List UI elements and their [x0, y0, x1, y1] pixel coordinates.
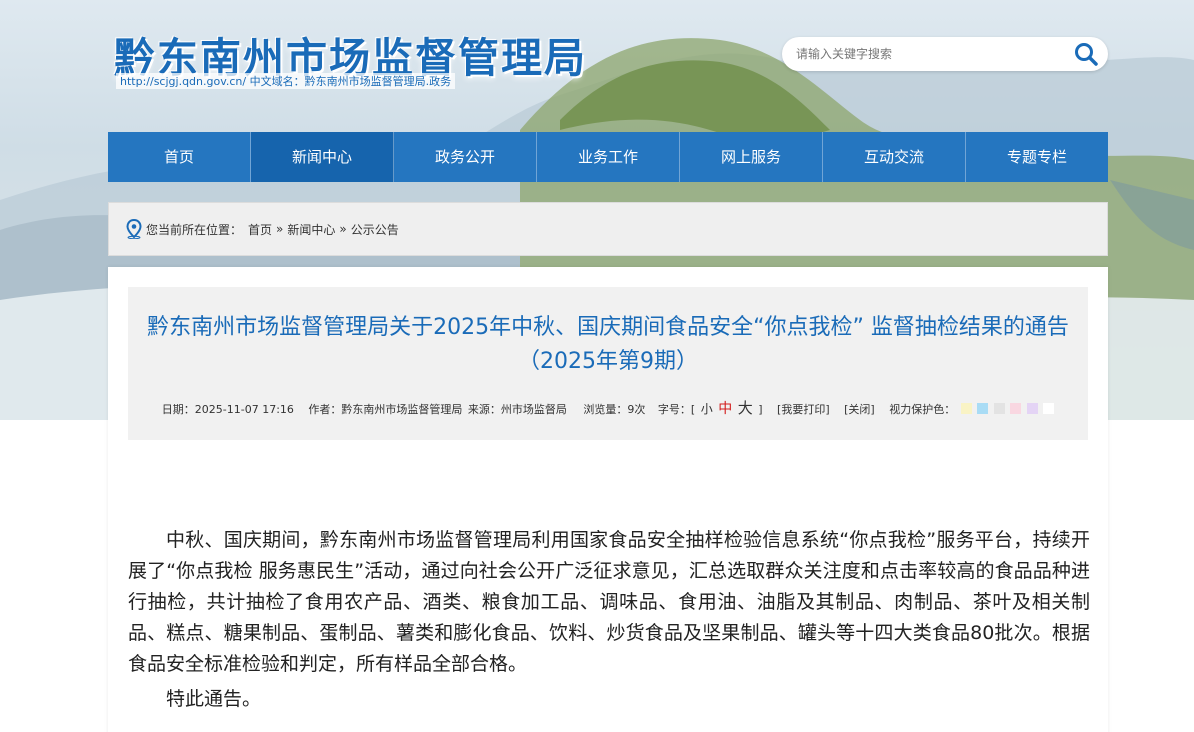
- eye-color-swatch-pink[interactable]: [1010, 403, 1022, 414]
- article-paragraph: 中秋、国庆期间，黔东南州市场监督管理局利用国家食品安全抽样检验信息系统“你点我检…: [128, 529, 1090, 675]
- nav-item-topics[interactable]: 专题专栏: [966, 132, 1108, 182]
- location-pin-icon: [126, 219, 142, 239]
- meta-font-label: 字号：[: [657, 403, 696, 416]
- nav-item-online-service[interactable]: 网上服务: [680, 132, 823, 182]
- meta-source: 来源：州市场监督局: [467, 403, 567, 416]
- meta-font-end: ]: [758, 403, 763, 416]
- article-body: 中秋、国庆期间，黔东南州市场监督管理局利用国家食品安全抽样检验信息系统“你点我检…: [128, 525, 1090, 715]
- eye-color-swatch-blue[interactable]: [977, 403, 989, 414]
- nav-item-gov-affairs[interactable]: 政务公开: [394, 132, 537, 182]
- breadcrumb-separator: »: [276, 222, 284, 236]
- font-size-small-button[interactable]: 小: [701, 402, 713, 416]
- nav-item-interaction[interactable]: 互动交流: [823, 132, 966, 182]
- breadcrumb-home[interactable]: 首页: [248, 221, 272, 238]
- search-button[interactable]: [1072, 41, 1100, 67]
- main-nav: 首页 新闻中心 政务公开 业务工作 网上服务 互动交流 专题专栏: [108, 132, 1108, 182]
- search-box: [782, 37, 1108, 71]
- search-input[interactable]: [796, 44, 1066, 64]
- eye-protection-label: 视力保护色：: [889, 403, 956, 416]
- breadcrumb-news[interactable]: 新闻中心: [287, 221, 335, 238]
- meta-author: 作者：黔东南州市场监督管理局: [308, 403, 463, 416]
- nav-item-business[interactable]: 业务工作: [537, 132, 680, 182]
- article-header: 黔东南州市场监督管理局关于2025年中秋、国庆期间食品安全“你点我检” 监督抽检…: [128, 287, 1088, 440]
- meta-date: 日期：2025-11-07 17:16: [161, 403, 294, 416]
- eye-color-swatch-yellow[interactable]: [960, 403, 972, 414]
- font-size-large-button[interactable]: 大: [738, 399, 753, 417]
- breadcrumb-separator: »: [339, 222, 347, 236]
- print-link[interactable]: [我要打印]: [777, 403, 830, 416]
- nav-item-home[interactable]: 首页: [108, 132, 251, 182]
- breadcrumb-prefix: 您当前所在位置：: [146, 222, 243, 237]
- article-title: 黔东南州市场监督管理局关于2025年中秋、国庆期间食品安全“你点我检” 监督抽检…: [147, 315, 1069, 374]
- font-size-medium-button[interactable]: 中: [718, 401, 732, 417]
- eye-color-swatch-purple[interactable]: [1026, 403, 1038, 414]
- site-domain[interactable]: http://scjgj.qdn.gov.cn/ 中文域名：黔东南州市场监督管理…: [116, 73, 456, 89]
- eye-color-swatch-gray[interactable]: [993, 403, 1005, 414]
- nav-item-news[interactable]: 新闻中心: [251, 132, 394, 182]
- breadcrumb: 您当前所在位置： 首页 » 新闻中心 » 公示公告: [108, 202, 1108, 256]
- meta-views: 浏览量：9次: [583, 403, 646, 416]
- article-meta: 日期：2025-11-07 17:16 作者：黔东南州市场监督管理局 来源：州市…: [128, 397, 1088, 418]
- breadcrumb-notices[interactable]: 公示公告: [351, 221, 399, 238]
- article-card: 黔东南州市场监督管理局关于2025年中秋、国庆期间食品安全“你点我检” 监督抽检…: [108, 267, 1108, 732]
- close-link[interactable]: [关闭]: [844, 403, 875, 416]
- eye-color-swatch-white[interactable]: [1043, 403, 1055, 414]
- article-paragraph: 特此通告。: [166, 688, 262, 710]
- search-icon: [1075, 43, 1098, 66]
